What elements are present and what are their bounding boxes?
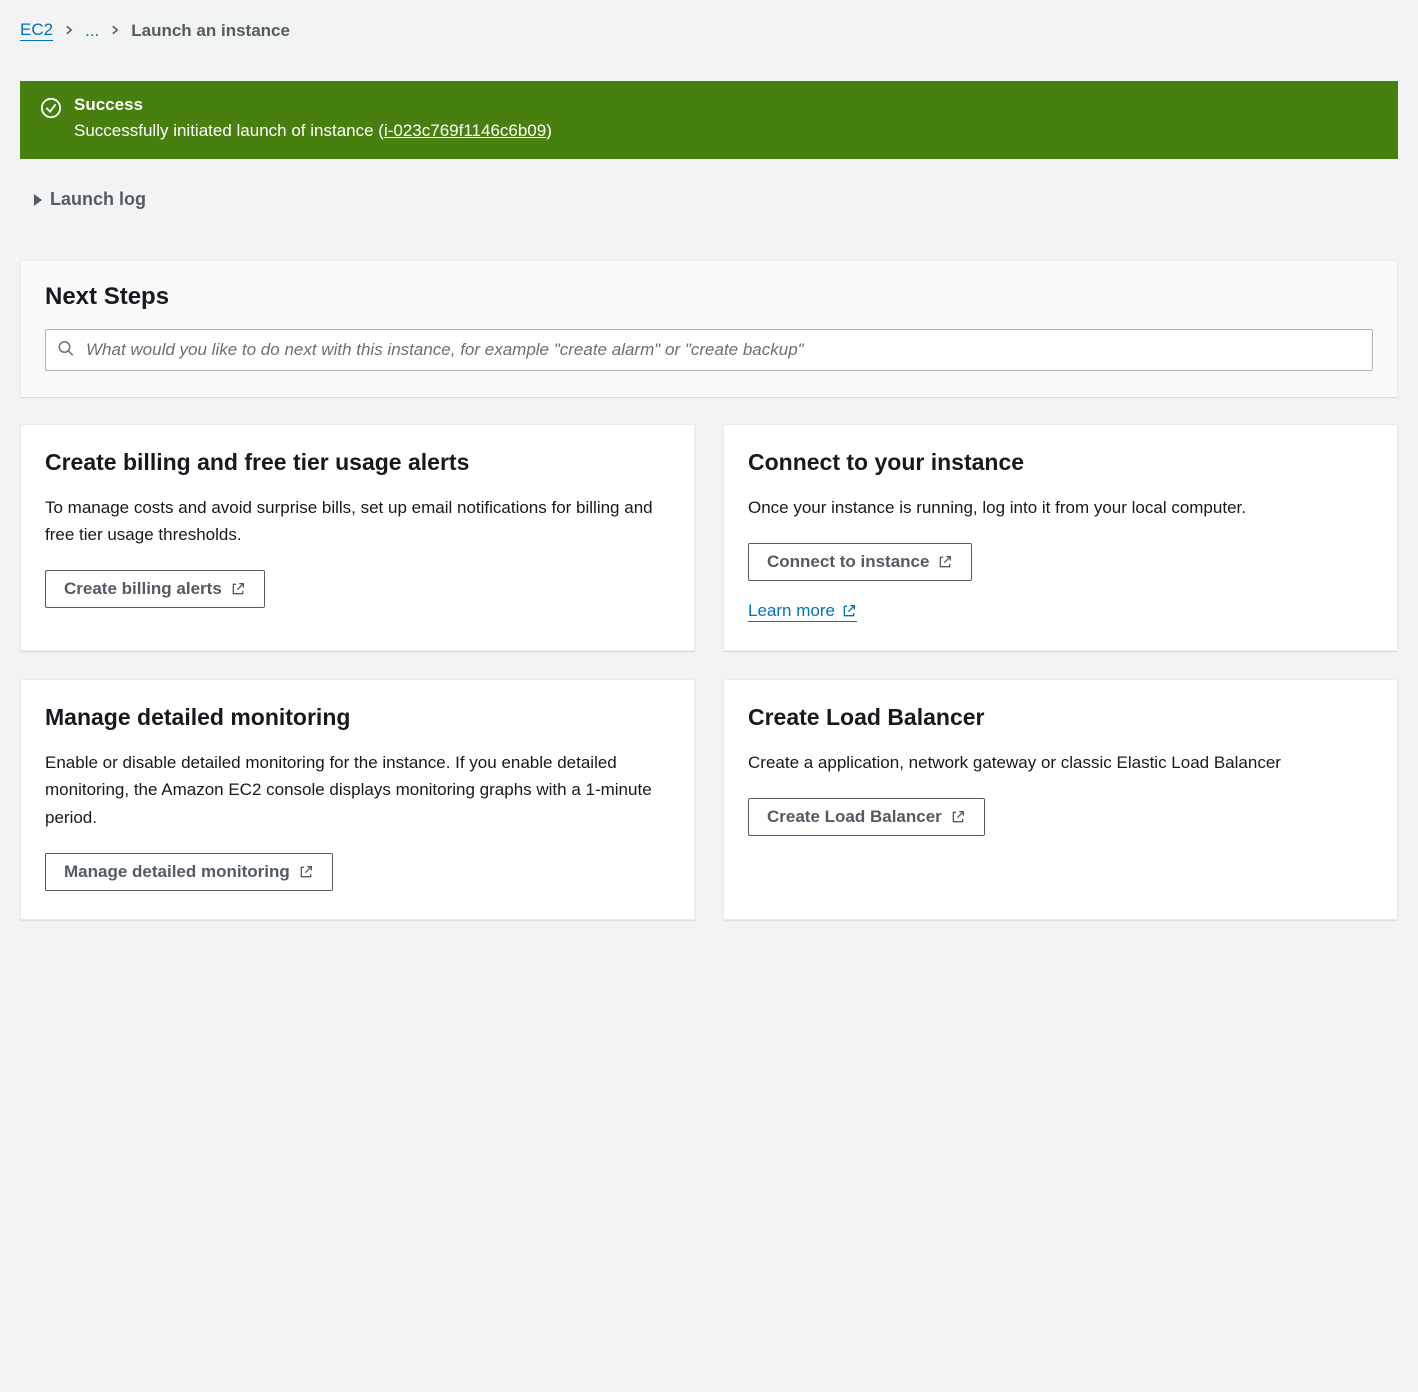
success-alert: Success Successfully initiated launch of… [20,81,1398,159]
learn-more-link[interactable]: Learn more [748,601,857,622]
alert-body-suffix: ) [546,121,552,140]
card-detailed-monitoring: Manage detailed monitoring Enable or dis… [20,679,695,920]
search-icon [57,340,75,361]
link-label: Learn more [748,601,835,621]
next-steps-heading: Next Steps [45,283,1373,311]
button-label: Create billing alerts [64,579,222,599]
next-steps-search-input[interactable] [45,329,1373,371]
card-description: Create a application, network gateway or… [748,749,1373,776]
button-label: Manage detailed monitoring [64,862,290,882]
external-link-icon [841,603,857,619]
breadcrumb-root-link[interactable]: EC2 [20,20,53,41]
next-steps-panel: Next Steps [20,260,1398,398]
launch-log-expander[interactable]: Launch log [20,179,1398,220]
check-circle-icon [40,95,62,122]
breadcrumb: EC2 ... Launch an instance [20,20,1398,41]
create-load-balancer-button[interactable]: Create Load Balancer [748,798,985,836]
create-billing-alerts-button[interactable]: Create billing alerts [45,570,265,608]
card-description: Enable or disable detailed monitoring fo… [45,749,670,831]
search-wrap [45,329,1373,371]
breadcrumb-current: Launch an instance [131,21,290,41]
instance-id-link[interactable]: i-023c769f1146c6b09 [384,121,546,140]
connect-to-instance-button[interactable]: Connect to instance [748,543,972,581]
alert-body-prefix: Successfully initiated launch of instanc… [74,121,384,140]
chevron-right-icon [109,21,121,41]
button-label: Create Load Balancer [767,807,942,827]
card-title: Manage detailed monitoring [45,704,670,731]
external-link-icon [298,864,314,880]
card-title: Connect to your instance [748,449,1373,476]
button-label: Connect to instance [767,552,929,572]
launch-log-label: Launch log [50,189,146,210]
card-load-balancer: Create Load Balancer Create a applicatio… [723,679,1398,920]
card-description: Once your instance is running, log into … [748,494,1373,521]
card-title: Create billing and free tier usage alert… [45,449,670,476]
manage-detailed-monitoring-button[interactable]: Manage detailed monitoring [45,853,333,891]
card-title: Create Load Balancer [748,704,1373,731]
card-connect-instance: Connect to your instance Once your insta… [723,424,1398,651]
alert-body: Successfully initiated launch of instanc… [74,121,552,141]
external-link-icon [950,809,966,825]
external-link-icon [937,554,953,570]
external-link-icon [230,581,246,597]
chevron-right-icon [63,21,75,41]
caret-right-icon [34,194,42,206]
card-description: To manage costs and avoid surprise bills… [45,494,670,548]
card-billing-alerts: Create billing and free tier usage alert… [20,424,695,651]
breadcrumb-ellipsis[interactable]: ... [85,21,99,41]
alert-title: Success [74,95,552,115]
cards-grid: Create billing and free tier usage alert… [20,424,1398,920]
